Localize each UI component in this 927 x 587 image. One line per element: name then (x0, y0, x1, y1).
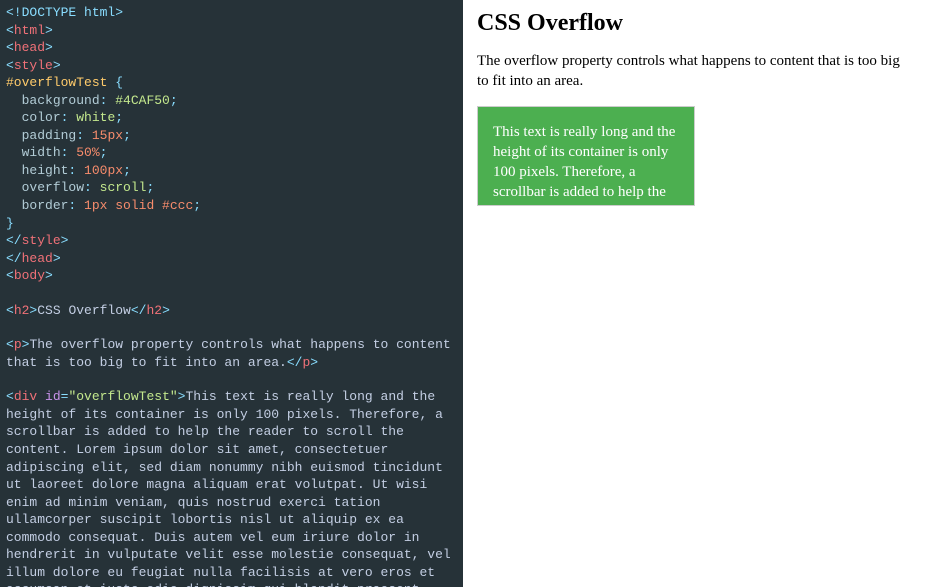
overflow-test-box[interactable]: This text is really long and the height … (477, 106, 695, 206)
code-editor[interactable]: <!DOCTYPE html> <html> <head> <style> #o… (0, 0, 463, 587)
div-attr: id (45, 389, 61, 404)
prop-padding-val: 15px (92, 128, 123, 143)
split-view: <!DOCTYPE html> <html> <head> <style> #o… (0, 0, 927, 587)
css-selector: #overflowTest (6, 75, 107, 90)
html-open-tag: html (14, 23, 45, 38)
style-open-tag: style (14, 58, 53, 73)
prop-bg-name: background (22, 93, 100, 108)
prop-width-name: width (22, 145, 61, 160)
prop-overflow-name: overflow (22, 180, 84, 195)
prop-border-val: 1px solid #ccc (84, 198, 193, 213)
prop-width-val: 50% (76, 145, 99, 160)
div-text: This text is really long and the height … (6, 389, 459, 587)
p-open-tag: p (14, 337, 22, 352)
div-open-tag: div (14, 389, 37, 404)
style-close-tag: style (22, 233, 61, 248)
p-text: The overflow property controls what happ… (6, 337, 459, 370)
h2-text: CSS Overflow (37, 303, 131, 318)
h2-open-tag: h2 (14, 303, 30, 318)
output-heading: CSS Overflow (477, 10, 913, 37)
head-open-tag: head (14, 40, 45, 55)
doctype: <!DOCTYPE html> (6, 5, 123, 20)
head-close-tag: head (22, 251, 53, 266)
brace-open: { (115, 75, 123, 90)
h2-close-tag: h2 (146, 303, 162, 318)
prop-height-val: 100px (84, 163, 123, 178)
prop-height-name: height (22, 163, 69, 178)
body-open-tag: body (14, 268, 45, 283)
prop-color-name: color (22, 110, 61, 125)
prop-color-val: white (76, 110, 115, 125)
output-paragraph: The overflow property controls what happ… (477, 51, 913, 92)
prop-bg-val: #4CAF50 (115, 93, 170, 108)
brace-close: } (6, 216, 14, 231)
output-preview: CSS Overflow The overflow property contr… (463, 0, 927, 587)
prop-overflow-val: scroll (100, 180, 147, 195)
prop-border-name: border (22, 198, 69, 213)
prop-padding-name: padding (22, 128, 77, 143)
div-val: "overflowTest" (68, 389, 177, 404)
